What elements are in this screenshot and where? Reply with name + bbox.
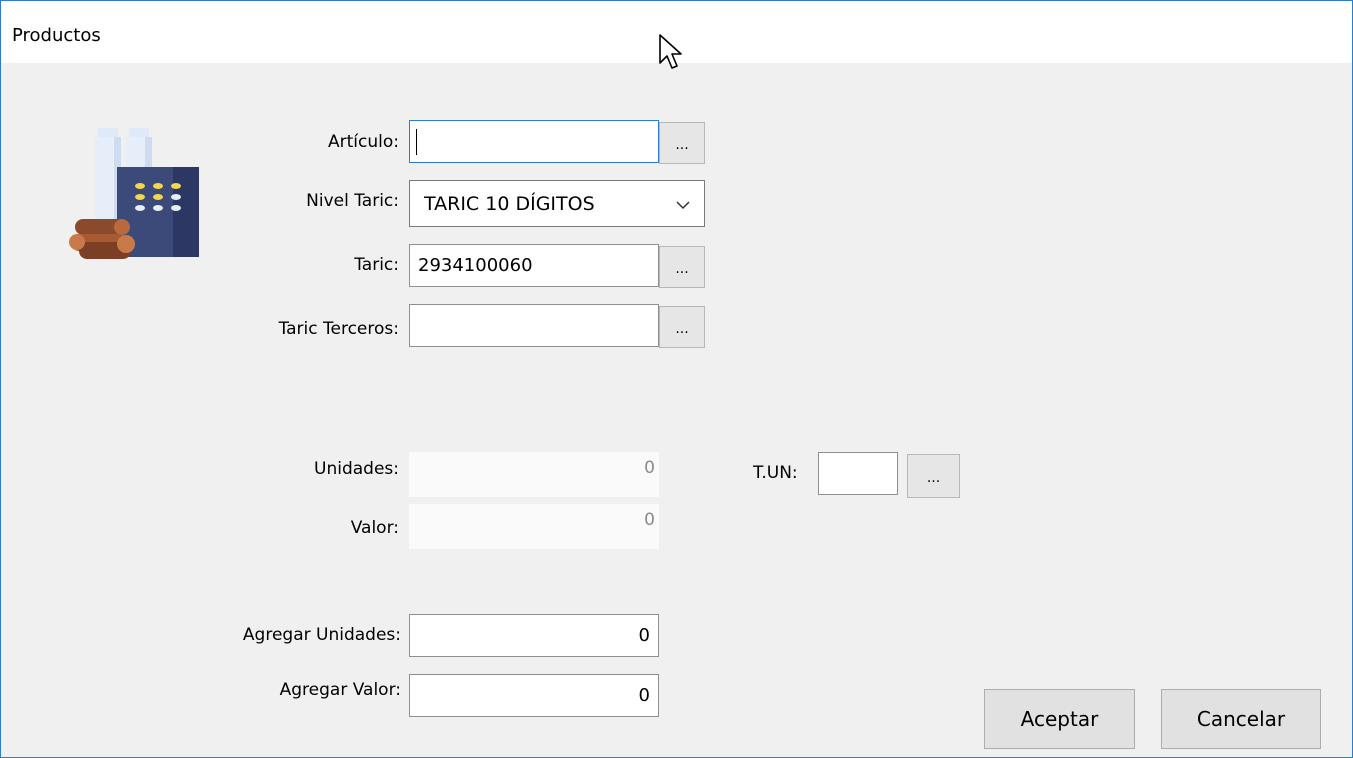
articulo-label: Artículo: (328, 132, 399, 152)
cancel-button[interactable]: Cancelar (1161, 689, 1321, 749)
valor-label: Valor: (350, 518, 399, 538)
valor-value: 0 (644, 510, 655, 530)
taric-label: Taric: (354, 255, 399, 275)
chevron-down-icon (676, 201, 690, 210)
unidades-field: 0 (409, 452, 659, 497)
articulo-input[interactable] (409, 120, 659, 163)
unidades-label: Unidades: (314, 459, 399, 479)
tun-browse-button[interactable]: ... (907, 454, 960, 498)
taric-browse-button[interactable]: ... (659, 246, 705, 288)
productos-dialog: Productos Artículo: ... Nivel Taric: TAR… (0, 0, 1353, 758)
taric-value: 2934100060 (418, 255, 533, 276)
taric-terceros-browse-button[interactable]: ... (659, 306, 705, 348)
taric-terceros-label: Taric Terceros: (278, 319, 399, 339)
window-title: Productos (12, 25, 101, 46)
unidades-value: 0 (644, 458, 655, 478)
nivel-taric-label: Nivel Taric: (306, 191, 399, 211)
factory-icon (69, 128, 199, 259)
agregar-unidades-label: Agregar Unidades: (242, 625, 401, 645)
agregar-valor-input[interactable]: 0 (409, 674, 659, 717)
agregar-valor-label: Agregar Valor: (279, 680, 401, 700)
taric-input[interactable]: 2934100060 (409, 244, 659, 287)
agregar-valor-value: 0 (638, 685, 650, 706)
articulo-browse-button[interactable]: ... (659, 122, 705, 164)
agregar-unidades-input[interactable]: 0 (409, 614, 659, 657)
nivel-taric-select[interactable]: TARIC 10 DÍGITOS (409, 180, 705, 227)
text-caret (416, 129, 417, 155)
tun-label: T.UN: (753, 463, 798, 483)
valor-field: 0 (409, 504, 659, 549)
nivel-taric-value: TARIC 10 DÍGITOS (424, 192, 595, 215)
accept-button[interactable]: Aceptar (984, 689, 1135, 749)
taric-terceros-input[interactable] (409, 304, 659, 347)
tun-input[interactable] (818, 452, 898, 495)
mouse-pointer-icon (659, 34, 682, 69)
agregar-unidades-value: 0 (638, 625, 650, 646)
